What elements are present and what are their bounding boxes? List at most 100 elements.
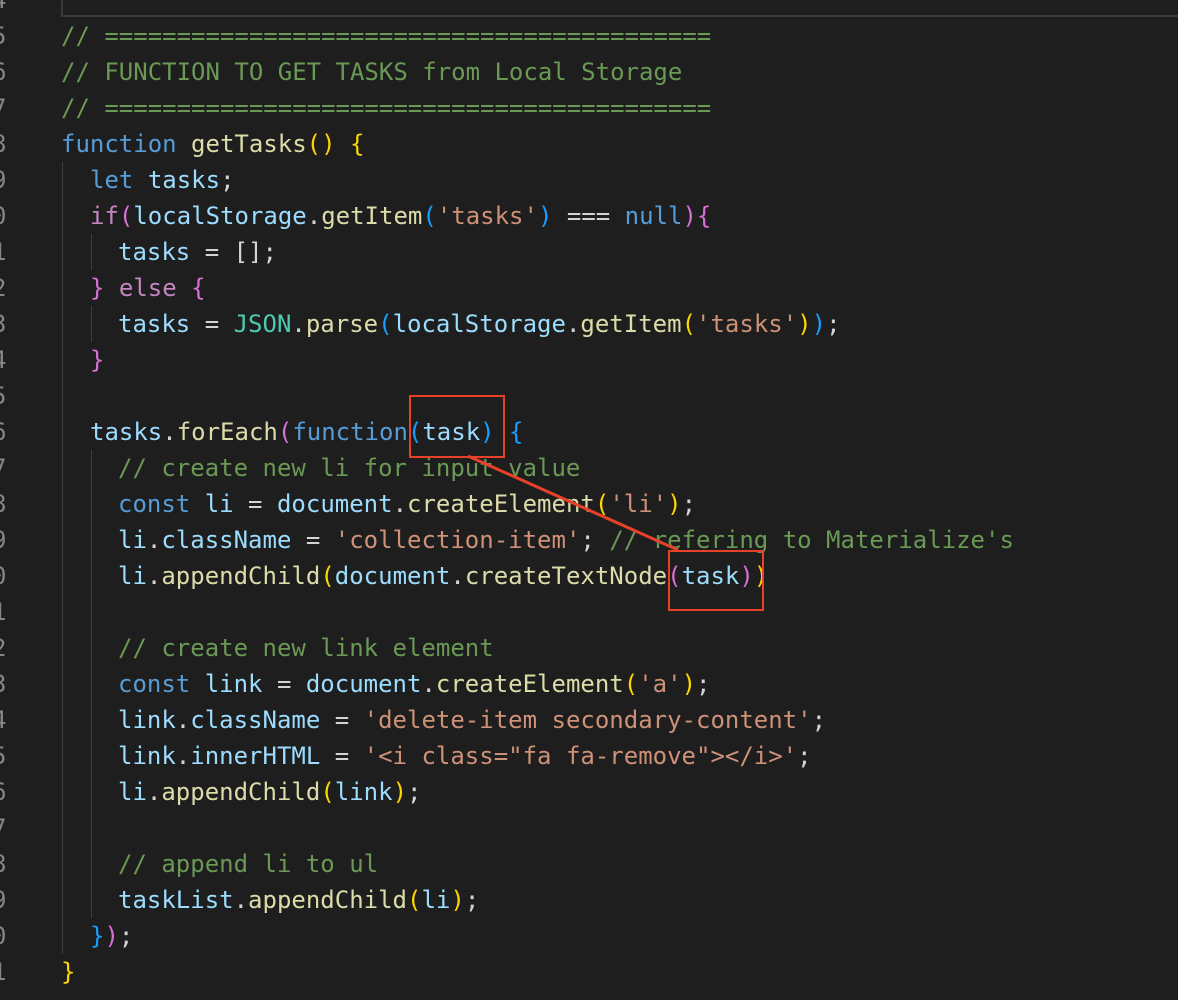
token: createElement [435,670,624,698]
line-number: 1 [0,234,12,270]
token: . [233,886,249,914]
token: ( [118,202,134,230]
code-line: tasks = JSON.parse(localStorage.getItem(… [118,306,841,342]
token: taskList [118,886,234,914]
token: else [104,274,192,302]
code-line: taskList.appendChild(li); [118,882,479,918]
code-line: // create new link element [118,634,494,662]
token: const [118,670,191,698]
token: ) [811,310,827,338]
line-number: 5 [0,378,12,414]
code-line: li.className = 'collection-item'; // ref… [118,522,1014,558]
token: appendChild [161,778,321,806]
line-number: 6 [0,414,12,450]
token: document [276,490,393,518]
code-line: link.innerHTML = '<i class="fa fa-remove… [118,738,812,774]
token: localStorage [133,202,307,230]
token: . [146,778,162,806]
line-number: 4 [0,342,12,378]
token: ( [320,562,335,590]
token: link [204,670,263,698]
token: } [90,274,105,302]
token: ( [320,778,335,806]
token: 'delete-item secondary-content' [363,706,812,734]
line-number: 6 [0,54,12,90]
token: innerHTML [190,742,321,770]
token: className [161,526,292,554]
line-number: 8 [0,846,12,882]
code-line: const link = document.createElement('a')… [118,666,710,702]
token: = [262,670,306,698]
token: let [90,166,134,194]
token: 'tasks' [696,310,798,338]
indent-guide [91,234,92,270]
token: ; [797,742,812,770]
token: ) [682,202,697,230]
token: if [90,202,119,230]
code-line: // =====================================… [61,22,712,50]
token: ) [797,310,812,338]
indent-guide [91,450,92,918]
token: function [61,130,177,158]
previous-code-block-edge [61,0,1178,17]
token: . [146,526,162,554]
code-editor[interactable]: 4 5 6 7 8 9 0 1 2 3 4 5 6 7 8 9 0 1 2 3 … [0,0,1178,1000]
line-number: 1 [0,594,12,630]
line-number: 9 [0,522,12,558]
token: ) [104,922,119,950]
token: document [334,562,451,590]
token: link [118,706,176,734]
line-number: 7 [0,810,12,846]
token: ( [422,202,437,230]
token: 'collection-item' [334,526,581,554]
line-number: 2 [0,630,12,666]
token: ( [277,418,293,446]
token: . [565,310,581,338]
token: li [421,886,451,914]
token: = [190,310,234,338]
token: . [162,418,177,446]
token: getTasks [191,130,307,158]
annotation-box-param [409,395,505,458]
token: { [350,130,365,158]
token: tasks [90,418,163,446]
token: } [61,958,76,986]
token: } [90,922,105,950]
line-number: 0 [0,198,12,234]
line-number: 7 [0,450,12,486]
token: ( [594,490,610,518]
code-line: // =====================================… [61,94,712,122]
code-line: } [90,342,104,378]
token: getItem [580,310,682,338]
token: li [118,526,147,554]
token: . [392,490,408,518]
token: link [118,742,176,770]
token: createTextNode [464,562,668,590]
token: { [191,274,206,302]
code-line: link.className = 'delete-item secondary-… [118,702,826,738]
token: ) [667,490,682,518]
token: = [233,490,277,518]
code-line: let tasks; [90,162,235,198]
token: ) [392,778,408,806]
line-number: 0 [0,558,12,594]
line-number: 4 [0,0,12,18]
token: = [291,526,335,554]
token: ; [811,706,827,734]
line-number: 8 [0,486,12,522]
code-line: }); [90,918,133,954]
token: = []; [190,238,277,266]
token: } [90,346,105,374]
token: 'li' [609,490,668,518]
token: . [421,670,436,698]
line-number: 5 [0,738,12,774]
token: 'a' [638,670,682,698]
line-number: 8 [0,126,12,162]
token: ( [623,670,639,698]
code-line: function getTasks() { [61,126,364,162]
token: ; [580,526,610,554]
token: getItem [321,202,423,230]
token: . [291,310,306,338]
code-line: const li = document.createElement('li'); [118,486,696,522]
code-line: // FUNCTION TO GET TASKS from Local Stor… [61,58,683,86]
